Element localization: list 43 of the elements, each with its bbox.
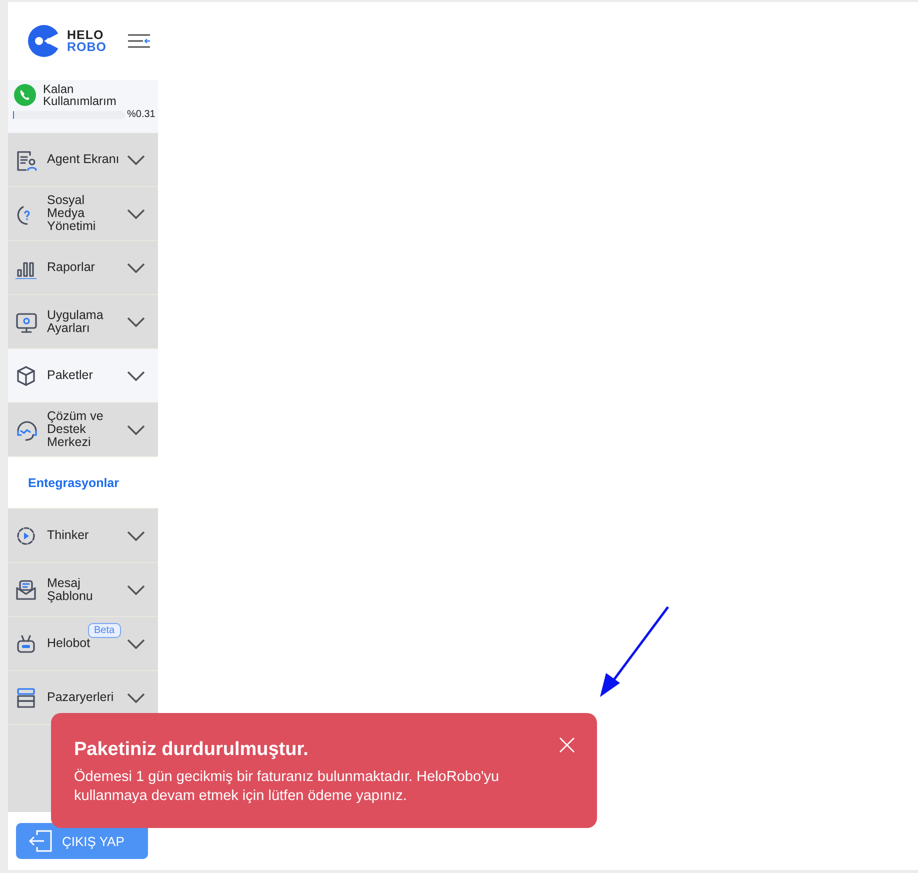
document-person-icon [15, 148, 37, 170]
chevron-down-icon [127, 424, 145, 434]
robot-icon [15, 632, 37, 654]
close-button[interactable] [559, 737, 575, 753]
menu-item[interactable]: Paketler [8, 349, 158, 403]
chevron-down-icon [127, 692, 145, 702]
chevron-down-icon [127, 370, 145, 380]
chevron-down-icon [127, 530, 145, 540]
gear-play-icon [15, 524, 37, 546]
close-icon [559, 737, 575, 753]
beta-badge: Beta [88, 623, 121, 638]
chevron-down-icon [127, 208, 145, 218]
menu-label: Thinker [47, 529, 90, 542]
toast-message: Ödemesi 1 gün gecikmiş bir faturanız bulunmaktadır. HeloRobo'yu kullanmaya devam etmek için lütfen ödeme yapınız. [74, 768, 500, 806]
menu-label: Paketler [47, 369, 94, 382]
chevron-down-icon [127, 638, 145, 648]
menu-label: Çözüm ve Destek Merkezi [47, 410, 104, 449]
menu-label: Mesaj Şablonu [47, 576, 94, 602]
chevron-down-icon [127, 316, 145, 326]
menu-item[interactable]: Entegrasyonlar [8, 457, 158, 509]
whatsapp-icon [13, 83, 37, 107]
storefront-icon [15, 686, 37, 708]
menu-label: Raporlar [47, 261, 96, 274]
usage-title: Kalan Kullanımlarım [43, 83, 118, 107]
envelope-note-icon [15, 578, 37, 600]
usage-percent: %0.31 [127, 109, 156, 120]
menu-label: Agent Ekranı [47, 153, 120, 166]
headset-icon [15, 418, 37, 440]
chevron-down-icon [127, 154, 145, 164]
menu-label: Pazaryerleri [47, 691, 115, 704]
box-icon [15, 364, 37, 386]
collapse-menu-button[interactable] [126, 33, 150, 49]
menu-icon [126, 33, 150, 49]
logo-text-bottom: ROBO [67, 41, 106, 53]
menu-label: Sosyal Medya Yönetimi [47, 194, 97, 233]
logout-icon [28, 829, 54, 853]
logo-text-top: HELO [67, 29, 105, 41]
menu-label: Uygulama Ayarları [47, 308, 104, 334]
menu-label: Helobot [47, 637, 92, 650]
chevron-down-icon [127, 584, 145, 594]
chevron-down-icon [127, 262, 145, 272]
toast-title: Paketiniz durdurulmuştur. [74, 739, 310, 761]
robot-logo-icon [27, 24, 61, 58]
